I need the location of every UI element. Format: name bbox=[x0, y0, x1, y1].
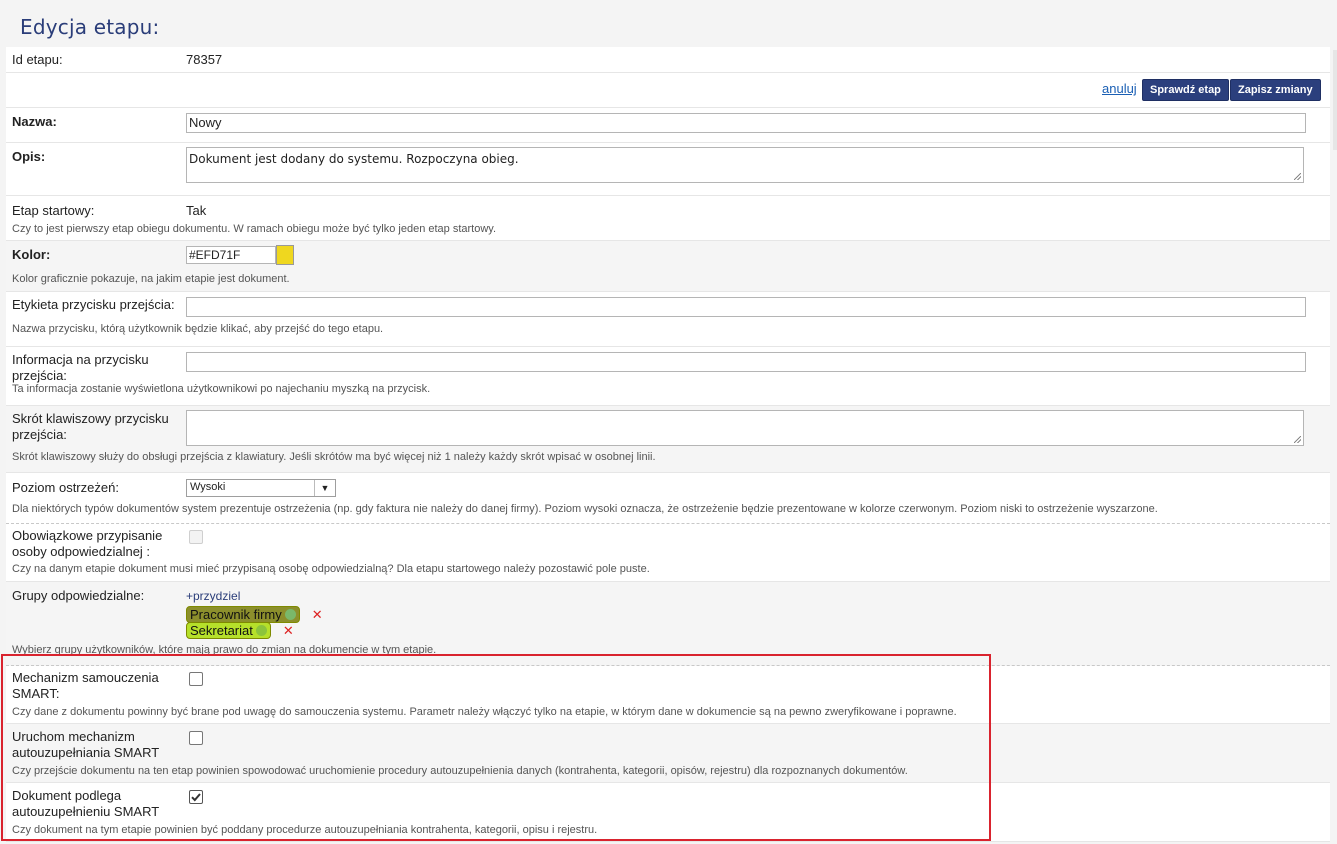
stage-id-label: Id etapu: bbox=[12, 52, 63, 67]
group-info-icon[interactable] bbox=[255, 625, 267, 636]
color-input[interactable]: #EFD71F bbox=[186, 246, 276, 264]
group-tag-list: Pracownik firmy ✕ Sekretariat ✕ bbox=[186, 606, 323, 639]
description-label: Opis: bbox=[12, 149, 46, 164]
smart-learning-hint: Czy dane z dokumentu powinny być brane p… bbox=[12, 706, 957, 718]
color-swatch[interactable] bbox=[276, 245, 294, 265]
smart-autofill-run-checkbox[interactable] bbox=[189, 731, 203, 745]
start-stage-label: Etap startowy: bbox=[12, 203, 95, 218]
button-info-hint: Ta informacja zostanie wyświetlona użytk… bbox=[12, 383, 431, 395]
row-smart-autofill-subject: Dokument podlega autouzupełnieniu SMART … bbox=[6, 783, 1330, 842]
mandatory-person-checkbox[interactable] bbox=[189, 530, 203, 544]
button-info-label: Informacja na przycisku przejścia: bbox=[12, 352, 149, 383]
group-tag-label: Sekretariat bbox=[190, 623, 253, 638]
groups-hint: Wybierz grupy użytkowników, które mają p… bbox=[12, 644, 437, 656]
cancel-link[interactable]: anuluj bbox=[1102, 81, 1137, 96]
row-name: Nazwa: Nowy bbox=[6, 108, 1330, 143]
warning-level-hint: Dla niektórych typów dokumentów system p… bbox=[12, 503, 1158, 515]
resize-grip-icon[interactable] bbox=[1294, 436, 1301, 443]
row-button-label: Etykieta przycisku przejścia: Nazwa przy… bbox=[6, 292, 1330, 347]
group-info-icon[interactable] bbox=[284, 609, 296, 620]
row-warning-level: Poziom ostrzeżeń: Wysoki ▼ Dla niektóryc… bbox=[6, 473, 1330, 524]
description-textarea[interactable]: Dokument jest dodany do systemu. Rozpocz… bbox=[186, 147, 1304, 183]
remove-group-icon[interactable]: ✕ bbox=[283, 623, 294, 638]
button-label-hint: Nazwa przycisku, którą użytkownik będzie… bbox=[12, 323, 384, 335]
row-smart-learning: Mechanizm samouczenia SMART: Czy dane z … bbox=[6, 666, 1330, 724]
button-label-label: Etykieta przycisku przejścia: bbox=[12, 297, 175, 312]
scrollbar[interactable] bbox=[1333, 50, 1337, 150]
smart-autofill-subject-hint: Czy dokument na tym etapie powinien być … bbox=[12, 824, 598, 836]
smart-autofill-run-hint: Czy przejście dokumentu na ten etap powi… bbox=[12, 765, 908, 777]
groups-label: Grupy odpowiedzialne: bbox=[12, 588, 145, 603]
mandatory-person-hint: Czy na danym etapie dokument musi mieć p… bbox=[12, 563, 650, 575]
shortcut-label: Skrót klawiszowy przycisku przejścia: bbox=[12, 411, 169, 442]
check-stage-button[interactable]: Sprawdź etap bbox=[1142, 79, 1229, 101]
row-start-stage: Etap startowy: Tak Czy to jest pierwszy … bbox=[6, 196, 1330, 241]
name-label: Nazwa: bbox=[12, 114, 57, 129]
smart-autofill-subject-checkbox[interactable] bbox=[189, 790, 203, 804]
row-description: Opis: Dokument jest dodany do systemu. R… bbox=[6, 143, 1330, 196]
group-tag: Pracownik firmy bbox=[186, 606, 300, 623]
mandatory-person-label: Obowiązkowe przypisanie osoby odpowiedzi… bbox=[12, 528, 163, 559]
page-title: Edycja etapu: bbox=[20, 15, 160, 39]
start-stage-hint: Czy to jest pierwszy etap obiegu dokumen… bbox=[12, 223, 497, 235]
group-tag-row: Pracownik firmy ✕ bbox=[186, 606, 323, 623]
group-tag-row: Sekretariat ✕ bbox=[186, 622, 323, 639]
row-shortcut: Skrót klawiszowy przycisku przejścia: Sk… bbox=[6, 406, 1330, 473]
group-tag: Sekretariat bbox=[186, 622, 271, 639]
button-label-input[interactable] bbox=[186, 297, 1306, 317]
smart-autofill-run-label: Uruchom mechanizm autouzupełniania SMART bbox=[12, 729, 160, 760]
row-stage-id: Id etapu: 78357 anuluj Sprawdź etap Zapi… bbox=[6, 47, 1330, 108]
warning-level-select[interactable]: Wysoki ▼ bbox=[186, 479, 336, 497]
remove-group-icon[interactable]: ✕ bbox=[312, 607, 323, 622]
stage-form: Id etapu: 78357 anuluj Sprawdź etap Zapi… bbox=[6, 47, 1330, 842]
resize-grip-icon[interactable] bbox=[1294, 173, 1301, 180]
smart-learning-label: Mechanizm samouczenia SMART: bbox=[12, 670, 159, 701]
checkmark-icon bbox=[191, 793, 201, 802]
start-stage-value: Tak bbox=[186, 203, 207, 218]
color-hint: Kolor graficznie pokazuje, na jakim etap… bbox=[12, 273, 290, 285]
row-color: Kolor: #EFD71F Kolor graficznie pokazuje… bbox=[6, 241, 1330, 292]
row-smart-autofill-run: Uruchom mechanizm autouzupełniania SMART… bbox=[6, 724, 1330, 783]
group-tag-label: Pracownik firmy bbox=[190, 607, 282, 622]
warning-level-selected: Wysoki bbox=[190, 481, 226, 493]
row-mandatory-person: Obowiązkowe przypisanie osoby odpowiedzi… bbox=[6, 524, 1330, 582]
name-input[interactable]: Nowy bbox=[186, 113, 1306, 133]
save-changes-button[interactable]: Zapisz zmiany bbox=[1230, 79, 1321, 101]
row-button-info: Informacja na przycisku przejścia: Ta in… bbox=[6, 347, 1330, 406]
shortcut-hint: Skrót klawiszowy służy do obsługi przejś… bbox=[12, 451, 656, 463]
description-text: Dokument jest dodany do systemu. Rozpocz… bbox=[189, 152, 519, 166]
warning-level-label: Poziom ostrzeżeń: bbox=[12, 480, 119, 495]
button-info-input[interactable] bbox=[186, 352, 1306, 372]
chevron-down-icon[interactable]: ▼ bbox=[314, 480, 335, 496]
row-groups: Grupy odpowiedzialne: +przydziel Pracown… bbox=[6, 582, 1330, 666]
stage-id-value: 78357 bbox=[186, 52, 223, 67]
color-label: Kolor: bbox=[12, 247, 51, 262]
assign-group-link[interactable]: +przydziel bbox=[186, 589, 240, 603]
smart-learning-checkbox[interactable] bbox=[189, 672, 203, 686]
shortcut-textarea[interactable] bbox=[186, 410, 1304, 446]
smart-autofill-subject-label: Dokument podlega autouzupełnieniu SMART bbox=[12, 788, 160, 819]
